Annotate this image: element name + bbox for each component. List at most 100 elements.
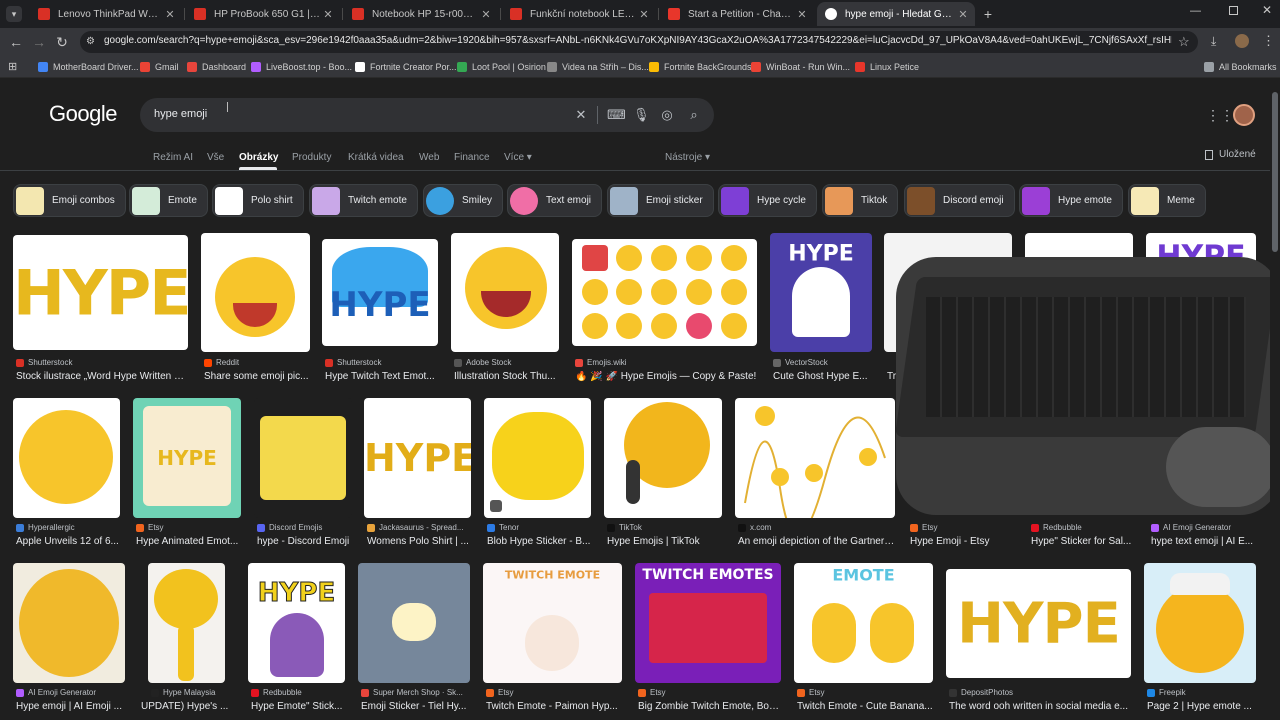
chip-emote[interactable]: Emote [129,184,208,217]
search-input[interactable]: hype emoji [154,108,207,120]
result-image[interactable]: HYPE [322,239,438,346]
tab-ai-mode[interactable]: Režim AI [153,152,193,163]
bookmark-item[interactable]: LiveBoost.top - Boo... [251,60,352,74]
url-text[interactable]: google.com/search?q=hype+emoji&sca_esv=2… [104,35,1172,46]
reload-icon[interactable]: ↻ [54,34,70,50]
result-image[interactable]: HYPE! [364,398,471,518]
result-caption[interactable]: Illustration Stock Thu... [454,371,559,382]
tab-2[interactable]: Notebook HP 15-r008nc Flyer R ✕ [344,2,498,26]
result-caption[interactable]: Hype Emoji - Etsy [910,536,1015,547]
chip-emoji-combos[interactable]: Emoji combos [13,184,126,217]
result-caption[interactable]: Hype Emote" Stick... [251,701,345,712]
result-image[interactable]: HYPE [770,233,872,352]
site-info-icon[interactable]: ⚙ [86,36,98,48]
result-image[interactable] [201,233,310,352]
close-window-button[interactable]: ✕ [1262,3,1272,17]
tab-short-videos[interactable]: Krátká videa [348,152,404,163]
result-image[interactable] [735,398,895,518]
result-image[interactable]: HYPE [946,569,1131,678]
bookmark-star-icon[interactable]: ☆ [1178,34,1190,50]
chip-hype-cycle[interactable]: Hype cycle [718,184,817,217]
keyboard-icon[interactable]: ⌨ [607,107,626,123]
tab-3[interactable]: Funkční notebook LENOVO G50 ✕ [502,2,656,26]
result-image[interactable] [451,233,559,352]
result-caption[interactable]: 🔥 🎉 🚀 Hype Emojis — Copy & Paste! [575,371,757,382]
result-caption[interactable]: Blob Hype Sticker - B... [487,536,591,547]
new-tab-button[interactable]: + [981,6,995,22]
bookmark-item[interactable]: Dashboard [187,60,246,74]
close-icon[interactable]: ✕ [794,8,810,21]
result-caption[interactable]: Hype Animated Emot... [136,536,241,547]
tab-finance[interactable]: Finance [454,152,490,163]
tools-button[interactable]: Nástroje ▾ [665,152,710,163]
result-caption[interactable]: Twitch Emote - Paimon Hyp... [486,701,622,712]
apps-grid-icon[interactable]: ⊞ [8,60,17,73]
chip-hype-emote[interactable]: Hype emote [1019,184,1123,217]
bookmark-item[interactable]: Loot Pool | Osirion [457,60,546,74]
result-caption[interactable]: Hype" Sticker for Sal... [1031,536,1136,547]
scrollbar-thumb[interactable] [1272,92,1278,252]
download-icon[interactable]: ⤓ [1211,34,1216,49]
bookmark-item[interactable]: MotherBoard Driver... [38,60,139,74]
all-bookmarks-button[interactable]: All Bookmarks [1204,60,1277,74]
close-icon[interactable]: ✕ [955,8,971,21]
chip-emoji-sticker[interactable]: Emoji sticker [607,184,714,217]
close-icon[interactable]: ✕ [320,8,336,21]
result-image[interactable] [604,398,722,518]
result-caption[interactable]: Emoji Sticker - Tiel Hy... [361,701,470,712]
result-caption[interactable]: hype text emoji | AI E... [1151,536,1256,547]
tab-1[interactable]: HP ProBook 650 G1 | Zapnete, ✕ [186,2,340,26]
result-caption[interactable]: Hype Emojis | TikTok [607,536,722,547]
result-caption[interactable]: Stock ilustrace „Word Hype Written S... [16,371,188,382]
result-caption[interactable]: Womens Polo Shirt | ... [367,536,471,547]
chip-tiktok[interactable]: Tiktok [822,184,899,217]
restore-button[interactable] [1229,6,1238,15]
back-arrow-icon[interactable]: ← [8,34,24,50]
chip-text-emoji[interactable]: Text emoji [507,184,603,217]
result-caption[interactable]: Apple Unveils 12 of 6... [16,536,120,547]
menu-kebab-icon[interactable]: ⋮ [1262,33,1275,49]
tab-web[interactable]: Web [419,152,439,163]
tab-products[interactable]: Produkty [292,152,331,163]
close-icon[interactable]: ✕ [478,8,494,21]
bookmark-item[interactable]: Videa na Střih – Dis... [547,60,649,74]
tab-all[interactable]: Vše [207,152,224,163]
result-caption[interactable]: Big Zombie Twitch Emote, Bos... [638,701,781,712]
result-caption[interactable]: Hype Twitch Text Emot... [325,371,438,382]
chip-polo-shirt[interactable]: Polo shirt [212,184,304,217]
result-image[interactable]: HYPE [248,563,345,683]
clear-icon[interactable]: ✕ [573,107,589,123]
search-icon[interactable]: ⌕ [686,107,702,123]
result-image[interactable]: TWITCH EMOTES [635,563,781,683]
tab-images[interactable]: Obrázky [239,152,278,163]
result-caption[interactable]: UPDATE) Hype's ... [141,701,233,712]
result-image[interactable] [484,398,591,518]
microphone-icon[interactable]: 🎙 [633,107,650,123]
google-logo[interactable]: Google [49,101,117,127]
result-image[interactable]: HYPE [13,235,188,350]
close-icon[interactable]: ✕ [162,8,178,21]
result-caption[interactable]: Share some emoji pic... [204,371,309,382]
google-apps-icon[interactable]: ⋮⋮ [1206,107,1234,124]
result-caption[interactable]: An emoji depiction of the Gartner ... [738,536,895,547]
result-caption[interactable]: hype - Discord Emoji [257,536,352,547]
chip-twitch-emote[interactable]: Twitch emote [309,184,418,217]
profile-avatar[interactable] [1235,34,1249,48]
result-image[interactable] [1144,563,1256,683]
tab-search-chevron-icon[interactable]: ▾ [6,6,22,22]
result-caption[interactable]: The word ooh written in social media e..… [949,701,1131,712]
result-image[interactable] [13,563,125,683]
result-caption[interactable]: Twitch Emote - Cute Banana... [797,701,933,712]
close-icon[interactable]: ✕ [636,8,652,21]
result-image[interactable] [148,563,225,683]
result-caption[interactable]: Cute Ghost Hype E... [773,371,872,382]
result-image[interactable] [13,398,120,518]
bookmark-item[interactable]: Fortnite Creator Por... [355,60,457,74]
account-avatar[interactable] [1233,104,1255,126]
tab-0[interactable]: Lenovo ThinkPad W530, i7-3740 ✕ [30,2,182,26]
tab-more[interactable]: Více ▾ [504,152,532,163]
saved-button[interactable]: Uložené [1205,149,1256,160]
result-caption[interactable]: Page 2 | Hype emote ... [1147,701,1256,712]
forward-arrow-icon[interactable]: → [31,34,47,50]
bookmark-item[interactable]: WinBoat - Run Win... [751,60,850,74]
